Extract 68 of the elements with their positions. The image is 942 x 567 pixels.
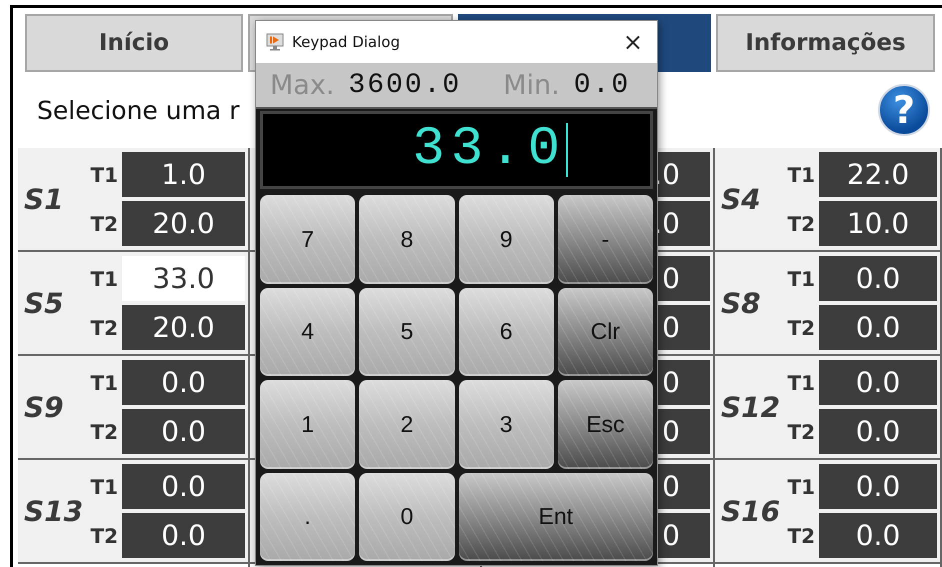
- keypad-key[interactable]: 7: [260, 195, 356, 284]
- reading-label: T2: [787, 420, 816, 444]
- reading-label: T2: [90, 316, 119, 340]
- help-button[interactable]: ?: [878, 84, 930, 136]
- keypad-key[interactable]: 4: [260, 288, 356, 376]
- close-button[interactable]: ×: [622, 28, 643, 56]
- limit-label: Max.: [270, 70, 334, 100]
- prompt-text: Selecione uma r: [37, 96, 240, 124]
- value-field[interactable]: 33.0: [122, 256, 245, 301]
- reading-label: T1: [787, 370, 816, 394]
- sensor-name: S1: [24, 182, 65, 216]
- tab[interactable]: Informações: [716, 14, 935, 72]
- reading-label: T2: [90, 420, 119, 444]
- value-field[interactable]: 0.0: [122, 464, 245, 509]
- reading-label: T1: [90, 474, 119, 498]
- keypad-key[interactable]: .: [260, 472, 356, 561]
- keypad-key[interactable]: 5: [359, 288, 454, 376]
- keypad-display[interactable]: 33.0: [260, 111, 653, 189]
- value-field[interactable]: 20.0: [122, 305, 245, 350]
- value-field[interactable]: 1.0: [122, 152, 245, 197]
- value-field[interactable]: 0.0: [122, 360, 245, 405]
- keypad-key[interactable]: 8: [359, 195, 454, 284]
- tab[interactable]: Início: [25, 14, 243, 72]
- keypad-key[interactable]: 9: [458, 195, 554, 284]
- keypad-key[interactable]: 0: [359, 472, 454, 561]
- sensor-name: S12: [721, 390, 782, 424]
- keypad-key[interactable]: Ent: [458, 472, 653, 561]
- value-field[interactable]: 0.0: [819, 305, 937, 350]
- value-field[interactable]: 0.0: [819, 464, 937, 509]
- keypad-key[interactable]: -: [558, 195, 653, 284]
- keypad-key[interactable]: 3: [458, 380, 554, 468]
- keypad-key[interactable]: Clr: [558, 288, 653, 376]
- keypad-key[interactable]: 6: [458, 288, 554, 376]
- reading-label: T2: [90, 524, 119, 548]
- value-field[interactable]: 0.0: [819, 409, 937, 454]
- reading-label: T1: [90, 370, 119, 394]
- reading-label: T1: [787, 162, 816, 186]
- reading-label: T1: [787, 266, 816, 290]
- value-field[interactable]: 22.0: [819, 152, 937, 197]
- keypad-key[interactable]: Esc: [558, 380, 653, 468]
- limit-value: 3600.0: [348, 70, 462, 100]
- limit-label: Min.: [503, 70, 560, 100]
- display-value: 33.0: [412, 123, 568, 177]
- dialog-title: Keypad Dialog: [292, 33, 401, 51]
- keypad-key[interactable]: 2: [359, 380, 454, 468]
- sensor-name: S8: [721, 286, 762, 320]
- value-field[interactable]: 0.0: [819, 360, 937, 405]
- reading-label: T1: [90, 162, 119, 186]
- sensor-name: S4: [721, 182, 762, 216]
- reading-label: T2: [787, 524, 816, 548]
- reading-label: T2: [90, 212, 119, 236]
- keypad-key[interactable]: 1: [260, 380, 356, 468]
- sensor-name: S9: [24, 390, 65, 424]
- monitor-icon: [266, 33, 284, 51]
- value-field[interactable]: 0.0: [819, 513, 937, 558]
- sensor-name: S13: [24, 494, 84, 528]
- sensor-name: S16: [721, 494, 782, 528]
- value-field[interactable]: 0.0: [122, 409, 245, 454]
- reading-label: T1: [787, 474, 816, 498]
- reading-label: T2: [787, 316, 816, 340]
- value-field[interactable]: 0.0: [819, 256, 937, 301]
- value-field[interactable]: 20.0: [122, 201, 245, 246]
- value-field[interactable]: 0.0: [122, 513, 245, 558]
- limit-value: 0.0: [574, 70, 630, 100]
- sensor-name: S5: [24, 286, 65, 320]
- reading-label: T2: [787, 212, 816, 236]
- reading-label: T1: [90, 266, 119, 290]
- value-field[interactable]: 10.0: [819, 201, 937, 246]
